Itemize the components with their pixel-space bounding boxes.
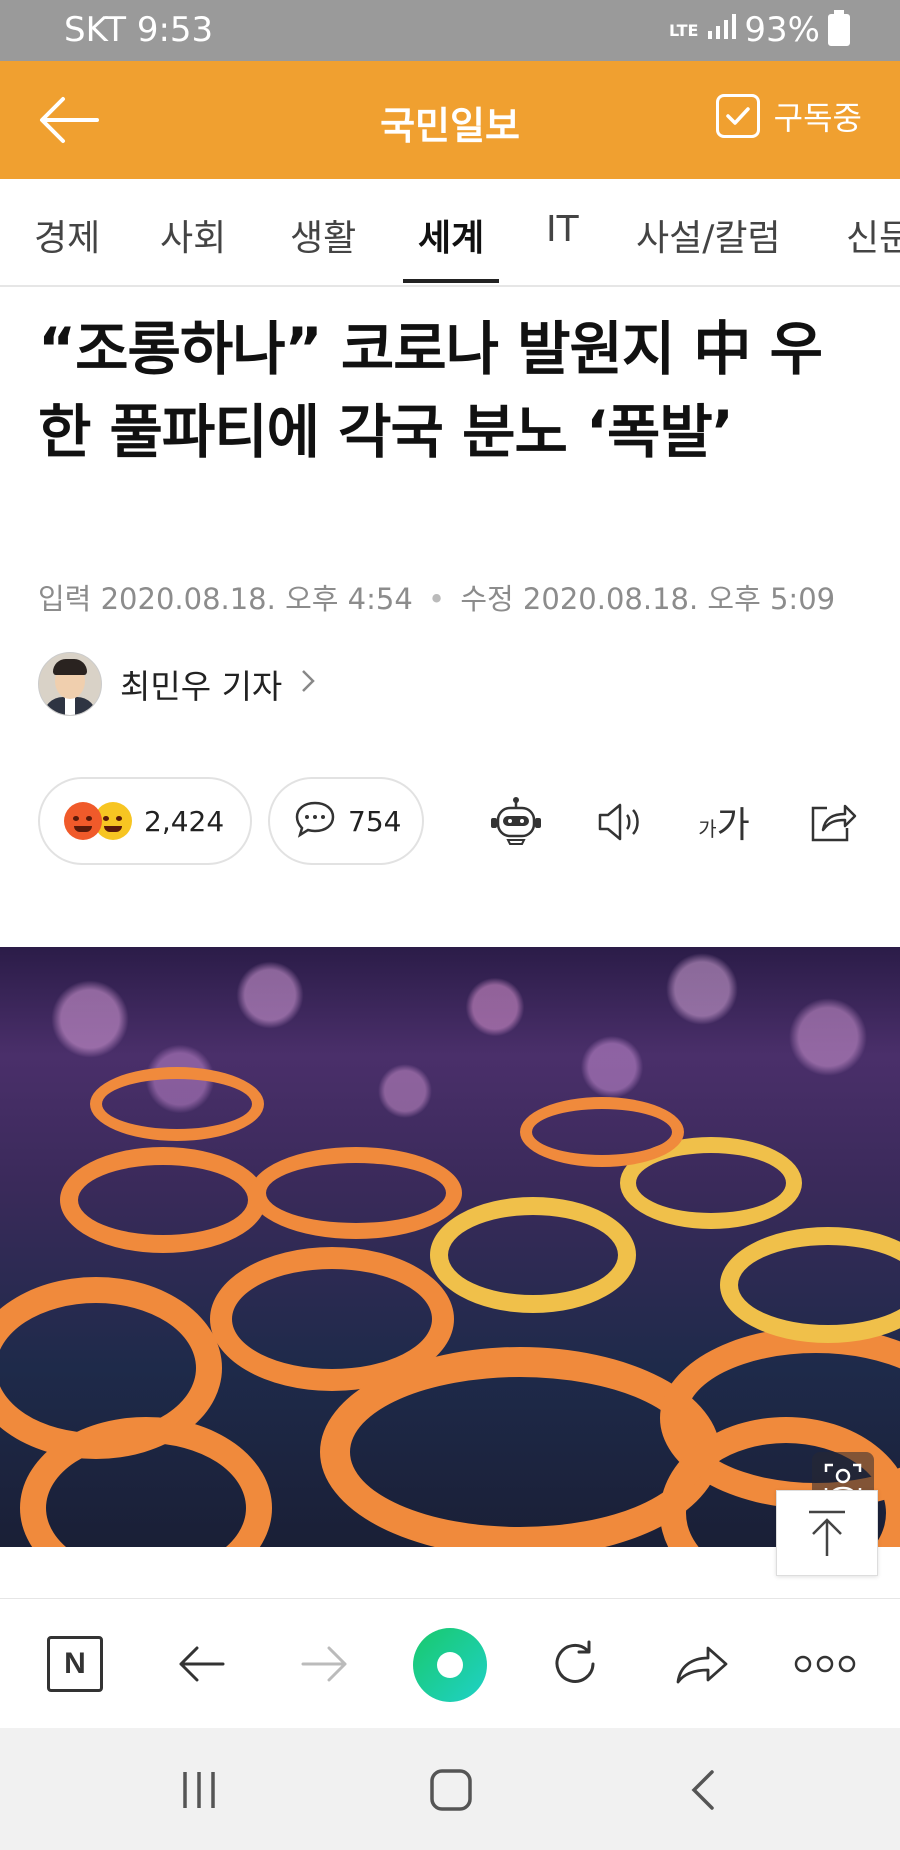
input-time: 2020.08.18. 오후 4:54 bbox=[100, 582, 413, 616]
reaction-count: 2,424 bbox=[144, 804, 225, 838]
comment-count: 754 bbox=[348, 804, 402, 838]
tab-newspaper[interactable]: 신문 bbox=[846, 209, 900, 261]
category-tabs: 경제 사회 생활 세계 IT 사설/칼럼 신문 bbox=[0, 179, 900, 287]
edit-time: 2020.08.18. 오후 5:09 bbox=[522, 582, 836, 616]
chevron-right-icon bbox=[300, 667, 316, 702]
speech-bubble-icon bbox=[294, 800, 336, 842]
system-nav-bar bbox=[0, 1728, 900, 1850]
refresh-icon bbox=[555, 1640, 595, 1683]
font-size-small-glyph: 가 bbox=[698, 816, 717, 841]
home-square-icon bbox=[430, 1769, 472, 1811]
browser-back-button[interactable] bbox=[166, 1629, 236, 1699]
refresh-button[interactable] bbox=[540, 1629, 610, 1699]
chevron-left-icon bbox=[691, 1770, 714, 1810]
tab-world[interactable]: 세계 bbox=[418, 209, 484, 261]
article-headline: “조롱하나” 코로나 발원지 中 우한 풀파티에 각국 분노 ‘폭발’ bbox=[38, 315, 823, 466]
tab-editorial-column[interactable]: 사설/칼럼 bbox=[636, 209, 781, 261]
text-to-speech-button[interactable] bbox=[588, 790, 652, 854]
browser-share-button[interactable] bbox=[666, 1629, 736, 1699]
speaker-icon bbox=[598, 803, 639, 841]
status-bar: SKT 9:53 LTE 93% bbox=[0, 0, 900, 61]
naver-n-icon: N bbox=[47, 1636, 103, 1692]
author-link[interactable]: 최민우 기자 bbox=[38, 652, 316, 716]
share-arrow-icon bbox=[676, 1646, 728, 1684]
active-tab-indicator bbox=[403, 279, 499, 283]
share-icon bbox=[811, 804, 857, 842]
arrow-right-icon bbox=[301, 1646, 347, 1682]
check-icon bbox=[715, 94, 760, 138]
tab-economy[interactable]: 경제 bbox=[34, 209, 100, 261]
article-timestamps: 입력 2020.08.18. 오후 4:54 • 수정 2020.08.18. … bbox=[38, 576, 835, 618]
font-size-large-glyph: 가 bbox=[716, 805, 750, 846]
app-header: 국민일보 구독중 bbox=[0, 61, 900, 179]
battery-icon bbox=[828, 10, 850, 46]
green-dot-button[interactable] bbox=[410, 1625, 490, 1705]
subscribe-label: 구독중 bbox=[773, 99, 862, 137]
lte-indicator: LTE bbox=[669, 20, 699, 40]
angry-emoji-icon bbox=[64, 802, 102, 840]
tab-it[interactable]: IT bbox=[546, 209, 579, 250]
battery-percent: 93% bbox=[744, 10, 820, 50]
system-back-button[interactable] bbox=[668, 1758, 738, 1822]
more-menu-button[interactable] bbox=[790, 1629, 860, 1699]
article-photo bbox=[0, 947, 900, 1547]
reaction-button[interactable]: 2,424 bbox=[38, 777, 252, 865]
more-dots-icon bbox=[794, 1655, 856, 1673]
recent-apps-button[interactable] bbox=[164, 1758, 234, 1822]
naver-home-button[interactable]: N bbox=[40, 1629, 110, 1699]
browser-toolbar: N bbox=[0, 1598, 900, 1729]
green-circle-icon bbox=[413, 1628, 487, 1702]
arrow-left-icon bbox=[179, 1646, 225, 1682]
robot-icon bbox=[491, 797, 541, 845]
home-button[interactable] bbox=[416, 1758, 486, 1822]
author-name: 최민우 기자 bbox=[120, 667, 283, 706]
scroll-to-top-button[interactable] bbox=[776, 1490, 878, 1576]
subscribe-button[interactable]: 구독중 bbox=[715, 93, 862, 139]
ai-summary-button[interactable] bbox=[484, 790, 548, 854]
comment-button[interactable]: 754 bbox=[268, 777, 424, 865]
browser-forward-button[interactable] bbox=[290, 1629, 360, 1699]
font-size-button[interactable]: 가 가 bbox=[692, 790, 756, 854]
recent-apps-icon bbox=[183, 1772, 215, 1808]
input-label: 입력 bbox=[38, 582, 92, 616]
arrow-up-icon bbox=[809, 1510, 845, 1556]
author-avatar bbox=[38, 652, 102, 716]
edit-label: 수정 bbox=[460, 582, 514, 616]
share-button[interactable] bbox=[800, 790, 864, 854]
carrier-time: SKT 9:53 bbox=[64, 10, 214, 50]
tab-society[interactable]: 사회 bbox=[160, 209, 226, 261]
tab-life[interactable]: 생활 bbox=[290, 209, 356, 261]
separator-dot: • bbox=[428, 582, 446, 616]
signal-icon bbox=[706, 10, 737, 50]
